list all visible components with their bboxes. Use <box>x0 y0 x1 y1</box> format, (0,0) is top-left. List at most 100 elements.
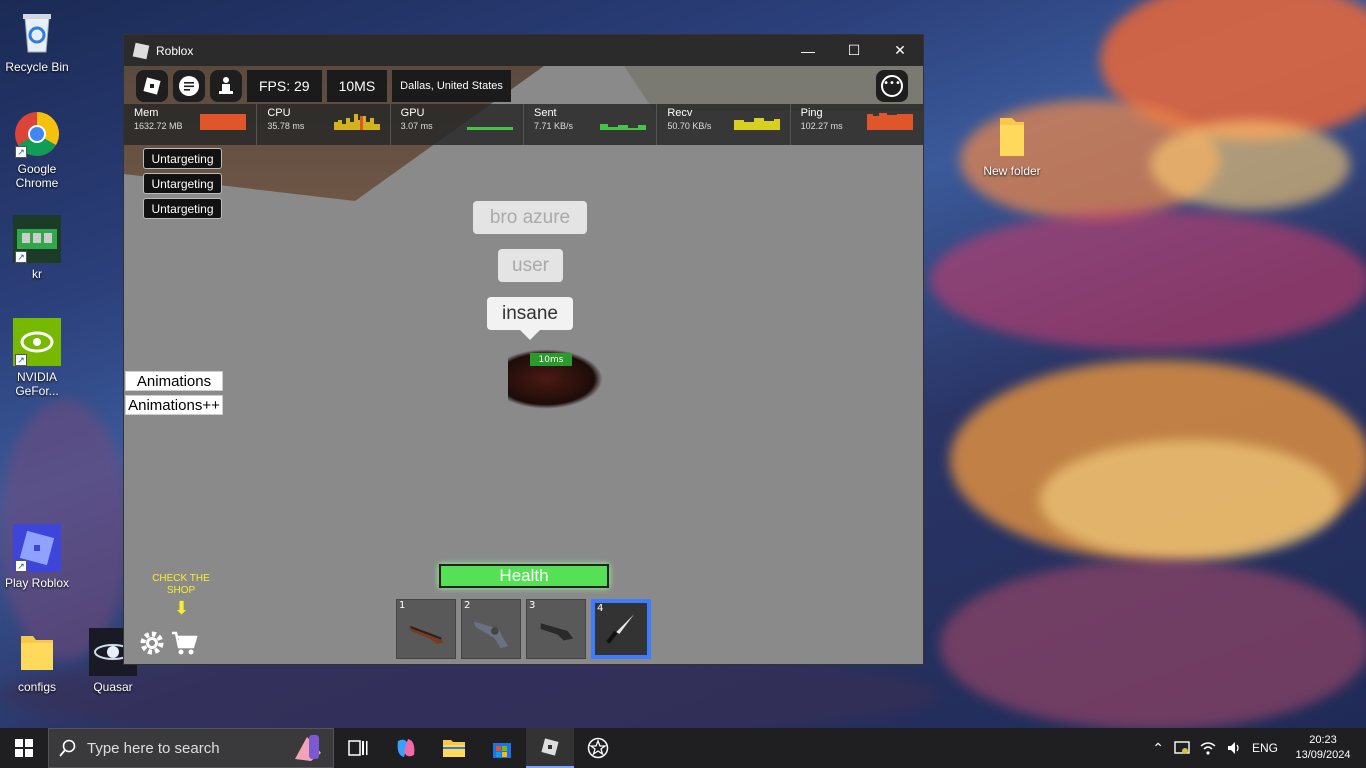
stat-ping[interactable]: Ping 102.27 ms <box>791 104 923 145</box>
sent-graph <box>600 124 647 130</box>
language-indicator[interactable]: ENG <box>1252 741 1278 755</box>
quasar-taskbar-button[interactable] <box>574 728 622 768</box>
stat-cpu[interactable]: CPU 35.78 ms <box>257 104 391 145</box>
roblox-window: Roblox — ☐ ✕ FPS: 29 10MS Dallas, United… <box>123 34 924 665</box>
desktop-icon-new-folder[interactable]: New folder <box>977 112 1047 178</box>
untargeting-button[interactable]: Untargeting <box>143 173 222 194</box>
copilot-icon <box>397 739 415 757</box>
ram-icon: ↗ <box>13 215 61 263</box>
desktop-icon-label: Play Roblox <box>4 576 70 590</box>
roblox-studio-icon: ↗ <box>13 524 61 572</box>
knife-icon <box>606 614 635 644</box>
microsoft-store-button[interactable] <box>478 728 526 768</box>
roblox-taskbar-button[interactable] <box>526 728 574 768</box>
stat-recv[interactable]: Recv 50.70 KB/s <box>657 104 791 145</box>
hotbar: 1 2 3 4 <box>396 599 651 659</box>
animations-button[interactable]: Animations <box>125 371 223 391</box>
recycle-bin-icon <box>13 8 61 56</box>
chat-bubble-latest: insane <box>487 297 573 340</box>
file-explorer-button[interactable] <box>430 728 478 768</box>
stat-gpu[interactable]: GPU 3.07 ms <box>391 104 524 145</box>
desktop-icon-configs[interactable]: configs <box>2 628 72 694</box>
stat-sent[interactable]: Sent 7.71 KB/s <box>524 104 658 145</box>
desktop-icon-chrome[interactable]: ↗ Google Chrome <box>2 110 72 190</box>
performance-stats-bar: Mem 1632.72 MB CPU 35.78 ms GPU 3.07 ms … <box>124 104 923 145</box>
desktop-icon-kr[interactable]: ↗ kr <box>2 215 72 281</box>
task-view-button[interactable] <box>334 728 382 768</box>
folder-icon <box>13 628 61 676</box>
clock-date: 13/09/2024 <box>1295 749 1351 761</box>
desktop-icon-label: Recycle Bin <box>5 60 69 74</box>
hotbar-slot-3[interactable]: 3 <box>526 599 586 659</box>
avatar-pose-icon <box>219 77 233 94</box>
search-icon <box>59 739 76 757</box>
animations-plus-button[interactable]: Animations++ <box>125 395 223 415</box>
check-shop-label: CHECK THE SHOP <box>152 573 210 596</box>
health-bar: Health <box>439 564 609 588</box>
window-title: Roblox <box>156 43 194 58</box>
maximize-button[interactable]: ☐ <box>831 35 877 66</box>
desktop-icon-label: NVIDIA GeFor... <box>15 370 59 398</box>
more-options-button[interactable]: ••• <box>876 70 908 102</box>
folder-icon <box>988 112 1036 160</box>
chat-bubble: bro azure <box>473 201 587 234</box>
security-icon[interactable] <box>1174 740 1190 756</box>
volume-icon[interactable] <box>1226 740 1242 756</box>
desktop-icon-label: configs <box>17 680 57 694</box>
clock[interactable]: 20:23 13/09/2024 <box>1288 733 1358 763</box>
chevron-up-icon[interactable]: ⌃ <box>1152 740 1164 757</box>
hotbar-slot-4[interactable]: 4 <box>591 599 651 659</box>
desktop-icon-label: kr <box>32 267 42 281</box>
mem-graph <box>200 114 247 130</box>
shortcut-arrow-icon: ↗ <box>15 560 27 572</box>
nvidia-icon: ↗ <box>13 318 61 366</box>
hotbar-slot-1[interactable]: 1 <box>396 599 456 659</box>
down-arrow-icon: ⬇ <box>174 598 190 619</box>
ping-graph <box>866 113 913 130</box>
windows-logo-icon <box>15 739 33 757</box>
untargeting-button[interactable]: Untargeting <box>143 198 222 219</box>
desktop-icon-label: Quasar <box>93 680 133 694</box>
taskbar-search[interactable]: Type here to search <box>48 728 334 768</box>
system-tray: ⌃ ENG 20:23 13/09/2024 <box>1152 733 1366 763</box>
chat-button[interactable] <box>173 70 205 102</box>
chat-bubble: user <box>498 249 563 282</box>
game-viewport[interactable]: FPS: 29 10MS Dallas, United States ••• M… <box>124 66 923 664</box>
shortcut-arrow-icon: ↗ <box>15 354 27 366</box>
desktop-icon-label: Google Chrome <box>15 162 59 190</box>
close-button[interactable]: ✕ <box>877 35 923 66</box>
roblox-logo-icon <box>541 738 559 756</box>
fps-counter: FPS: 29 <box>247 70 322 102</box>
shotgun-icon <box>408 625 444 645</box>
minimize-button[interactable]: — <box>785 35 831 66</box>
window-titlebar: Roblox — ☐ ✕ <box>124 35 923 66</box>
emotes-button[interactable] <box>210 70 242 102</box>
roblox-logo-icon <box>132 42 150 59</box>
player-ping-tag: 10ms <box>530 353 572 366</box>
sawed-off-icon <box>540 623 574 641</box>
desktop-icon-nvidia[interactable]: ↗ NVIDIA GeFor... <box>2 318 72 398</box>
gear-icon[interactable] <box>138 629 166 657</box>
hotbar-slot-2[interactable]: 2 <box>461 599 521 659</box>
search-highlight-icon <box>291 733 325 763</box>
shop-cart-icon[interactable] <box>170 629 198 657</box>
stat-mem[interactable]: Mem 1632.72 MB <box>124 104 258 145</box>
start-button[interactable] <box>0 728 48 768</box>
revolver-icon <box>473 621 509 649</box>
chat-icon <box>179 76 199 96</box>
recv-graph <box>733 118 780 130</box>
star-circle-icon <box>587 737 609 759</box>
search-placeholder: Type here to search <box>87 739 220 757</box>
ms-counter: 10MS <box>326 70 388 102</box>
copilot-button[interactable] <box>382 728 430 768</box>
roblox-logo-icon <box>143 77 161 95</box>
cpu-graph <box>333 114 380 130</box>
shortcut-arrow-icon: ↗ <box>15 251 27 263</box>
desktop-icon-play-roblox[interactable]: ↗ Play Roblox <box>2 524 72 590</box>
desktop-icon-recycle-bin[interactable]: Recycle Bin <box>2 8 72 74</box>
untargeting-button[interactable]: Untargeting <box>143 148 222 169</box>
task-view-icon <box>348 740 368 756</box>
wifi-icon[interactable] <box>1200 740 1216 756</box>
shortcut-arrow-icon: ↗ <box>15 146 27 158</box>
roblox-menu-button[interactable] <box>136 70 168 102</box>
